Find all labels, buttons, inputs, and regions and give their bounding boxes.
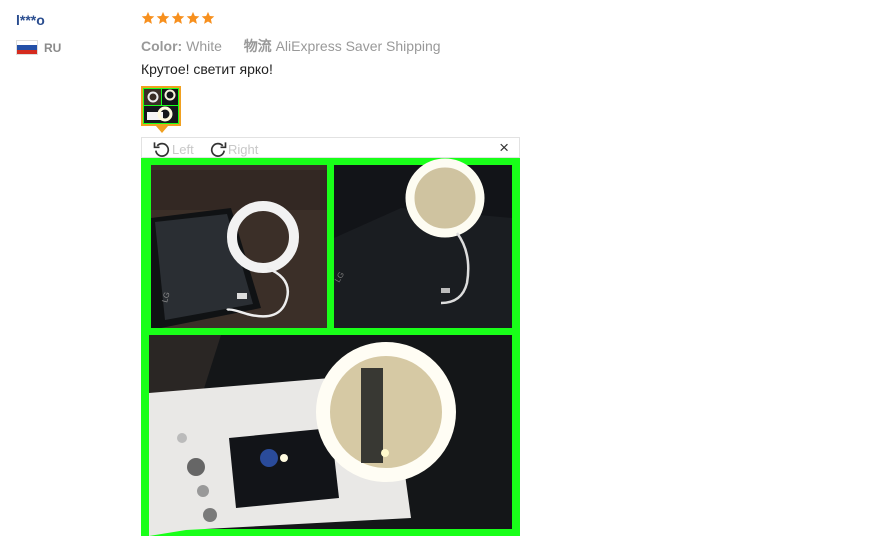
close-icon[interactable]: × [499, 139, 509, 157]
rotate-right-icon [210, 142, 227, 157]
star-icon [141, 11, 155, 24]
shipping-value: AliExpress Saver Shipping [275, 38, 441, 54]
shipping-label: 物流 [243, 38, 272, 54]
rotate-right-button[interactable]: Right [208, 139, 258, 159]
rotate-right-label: Right [228, 141, 259, 157]
rotate-left-button[interactable]: Left [152, 139, 194, 159]
star-icon [171, 11, 185, 24]
russia-flag-icon [16, 40, 38, 55]
rotate-left-icon [153, 142, 170, 157]
star-icon [201, 11, 215, 24]
star-rating [141, 11, 215, 25]
review-photo: LG LG [141, 158, 520, 536]
color-value: White [186, 38, 222, 54]
reviewer-country: RU [16, 40, 61, 55]
photo-thumbnail[interactable] [141, 86, 181, 126]
rotate-left-label: Left [172, 141, 194, 157]
thumbnail-pointer [156, 126, 168, 133]
country-code: RU [44, 40, 62, 55]
review-attributes: Color: White 物流 AliExpress Saver Shippin… [141, 36, 441, 56]
feedback-text: Крутое! светит ярко! [141, 61, 273, 77]
reviewer-name[interactable]: l***o [16, 12, 45, 28]
photo-viewer-toolbar: Left Right × [141, 137, 520, 158]
color-label: Color: [141, 38, 183, 54]
star-icon [156, 11, 170, 24]
star-icon [186, 11, 200, 24]
